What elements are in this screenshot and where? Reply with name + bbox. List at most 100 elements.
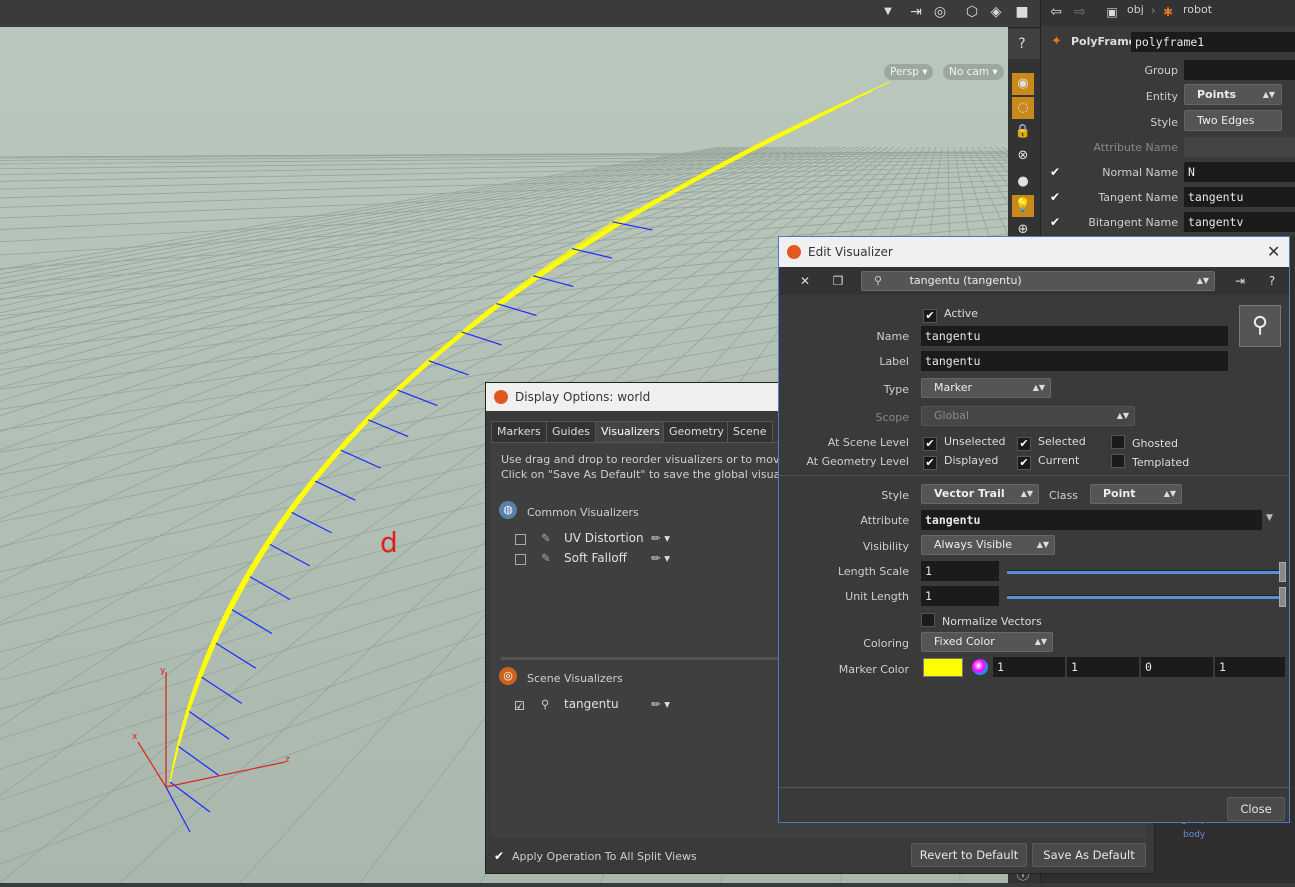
unselected-checkbox[interactable]: ✔ Unselected bbox=[923, 435, 1005, 451]
normal-name-checkbox[interactable]: ✔ bbox=[1049, 166, 1061, 178]
visualizer-icon[interactable]: ◉ bbox=[1012, 73, 1034, 95]
marker-color-a-field[interactable]: 1 bbox=[1215, 657, 1285, 677]
camera-menu[interactable]: No cam ▾ bbox=[943, 64, 1004, 80]
common-visualizers-header: Common Visualizers bbox=[527, 506, 639, 519]
entity-menu[interactable]: Points ▲▼ bbox=[1184, 84, 1282, 105]
lock-icon[interactable]: 🔒 bbox=[1012, 121, 1034, 143]
visualizer-selector-bar: ✕ ❐ ⚲ tangentu (tangentu) ▲▼ ⇥ ? bbox=[779, 267, 1289, 295]
node-name-field[interactable]: polyframe1 bbox=[1131, 32, 1295, 52]
help-text-line-1: Use drag and drop to reorder visualizers… bbox=[501, 453, 819, 466]
tangent-name-field[interactable]: tangentu bbox=[1184, 187, 1295, 207]
unit-length-field[interactable]: 1 bbox=[921, 586, 999, 606]
pin-icon[interactable]: ⇥ bbox=[1231, 271, 1249, 291]
tangent-name-checkbox[interactable]: ✔ bbox=[1049, 191, 1061, 203]
uv-distortion-checkbox[interactable] bbox=[515, 534, 526, 548]
revert-to-default-button[interactable]: Revert to Default bbox=[911, 843, 1027, 867]
name-field[interactable]: tangentu bbox=[921, 326, 1228, 346]
light-icon[interactable]: 💡 bbox=[1012, 195, 1034, 217]
class-menu[interactable]: Point ▲▼ bbox=[1090, 484, 1182, 504]
forward-arrow-icon[interactable]: ⇨ bbox=[1071, 2, 1089, 22]
shading-icon[interactable]: ◈ bbox=[986, 2, 1006, 22]
unit-length-slider[interactable] bbox=[1007, 595, 1283, 599]
marker-color-b-field[interactable]: 0 bbox=[1141, 657, 1213, 677]
unit-length-slider-handle[interactable] bbox=[1279, 587, 1286, 607]
normalize-vectors-checkbox[interactable]: Normalize Vectors bbox=[921, 613, 1042, 629]
visualizer-selector[interactable]: ⚲ tangentu (tangentu) ▲▼ bbox=[861, 271, 1215, 291]
marker-color-r-field[interactable]: 1 bbox=[993, 657, 1065, 677]
coloring-menu[interactable]: Fixed Color ▲▼ bbox=[921, 632, 1053, 652]
marker-color-swatch[interactable] bbox=[923, 658, 963, 677]
length-scale-slider-handle[interactable] bbox=[1279, 562, 1286, 582]
target-icon[interactable]: ◎ bbox=[930, 2, 950, 22]
length-scale-slider[interactable] bbox=[1007, 570, 1283, 574]
current-checkbox[interactable]: ✔ Current bbox=[1017, 454, 1079, 470]
apply-all-label: Apply Operation To All Split Views bbox=[512, 850, 697, 863]
attribute-field[interactable]: tangentu bbox=[921, 510, 1262, 530]
back-arrow-icon[interactable]: ⇦ bbox=[1047, 2, 1065, 22]
delete-icon[interactable]: ✕ bbox=[797, 271, 813, 291]
apply-all-checkbox[interactable]: ✔ bbox=[494, 849, 504, 863]
close-button[interactable]: Close bbox=[1227, 797, 1285, 821]
tab-geometry[interactable]: Geometry bbox=[663, 421, 730, 442]
close-circle-icon[interactable]: ⊗ bbox=[1012, 145, 1034, 167]
active-checkbox[interactable]: ✔ Active bbox=[923, 307, 978, 323]
sphere-icon[interactable]: ● bbox=[1012, 171, 1034, 193]
ghosted-checkbox[interactable]: Ghosted bbox=[1111, 435, 1178, 451]
uv-distortion-label: UV Distortion bbox=[564, 531, 644, 545]
attribute-label: Attribute bbox=[860, 514, 909, 527]
uv-distortion-icon: ✎ bbox=[541, 531, 551, 545]
soft-falloff-checkbox[interactable] bbox=[515, 554, 526, 568]
breadcrumb-robot[interactable]: robot bbox=[1183, 3, 1212, 16]
globe-icon: ◍ bbox=[499, 501, 517, 519]
tab-scene[interactable]: Scene bbox=[727, 421, 773, 442]
save-as-default-button[interactable]: Save As Default bbox=[1032, 843, 1146, 867]
geometry-level-label: At Geometry Level bbox=[806, 455, 909, 468]
path-bar: ⇦ ⇨ ▣ obj › ✱ robot bbox=[1041, 0, 1295, 26]
help-icon[interactable]: ? bbox=[1012, 34, 1032, 54]
entity-label: Entity bbox=[1145, 90, 1178, 103]
tab-markers[interactable]: Markers bbox=[491, 421, 547, 442]
pin-icon[interactable]: ⇥ bbox=[906, 2, 926, 22]
soft-falloff-edit-icon[interactable]: ✏ ▾ bbox=[651, 551, 670, 565]
copy-icon[interactable]: ❐ bbox=[829, 271, 847, 291]
length-scale-field[interactable]: 1 bbox=[921, 561, 999, 581]
marker-color-g-field[interactable]: 1 bbox=[1067, 657, 1139, 677]
label-field[interactable]: tangentu bbox=[921, 351, 1228, 371]
group-field[interactable] bbox=[1184, 60, 1295, 80]
edit-visualizer-dialog: Edit Visualizer ✕ ✕ ❐ ⚲ tangentu (tangen… bbox=[778, 236, 1290, 823]
top-toolbar: ▼ ⇥ ◎ ⬡ ◈ ■ bbox=[0, 0, 1040, 28]
style-menu[interactable]: Two Edges bbox=[1184, 110, 1282, 131]
polyframe-node-icon: ✦ bbox=[1051, 34, 1062, 49]
robot-node-icon: ✱ bbox=[1162, 5, 1174, 19]
bitangent-name-label: Bitangent Name bbox=[1088, 216, 1178, 229]
tangentu-edit-icon[interactable]: ✏ ▾ bbox=[651, 697, 670, 711]
attribute-dropdown-icon[interactable]: ▼ bbox=[1266, 513, 1273, 523]
tab-guides[interactable]: Guides bbox=[546, 421, 597, 442]
tab-visualizers[interactable]: Visualizers bbox=[595, 421, 666, 442]
breadcrumb-obj[interactable]: obj bbox=[1127, 3, 1144, 16]
ghost-icon[interactable]: ◌ bbox=[1012, 97, 1034, 119]
type-menu[interactable]: Marker ▲▼ bbox=[921, 378, 1051, 398]
selected-checkbox[interactable]: ✔ Selected bbox=[1017, 435, 1086, 451]
bitangent-name-checkbox[interactable]: ✔ bbox=[1049, 216, 1061, 228]
cube-icon[interactable]: ⬡ bbox=[962, 2, 982, 22]
uv-distortion-edit-icon[interactable]: ✏ ▾ bbox=[651, 531, 670, 545]
bitangent-name-field[interactable]: tangentv bbox=[1184, 212, 1295, 232]
persp-menu[interactable]: Persp ▾ bbox=[884, 64, 934, 80]
normal-name-field[interactable]: N bbox=[1184, 162, 1295, 182]
templated-checkbox[interactable]: Templated bbox=[1111, 454, 1189, 470]
style-menu[interactable]: Vector Trail ▲▼ bbox=[921, 484, 1039, 504]
label-label: Label bbox=[879, 355, 909, 368]
edit-visualizer-titlebar[interactable]: Edit Visualizer ✕ bbox=[779, 237, 1289, 267]
x-axis-label: x bbox=[132, 732, 138, 742]
help-icon[interactable]: ? bbox=[1263, 271, 1281, 291]
close-icon[interactable]: ✕ bbox=[1267, 237, 1280, 267]
tangentu-checkbox[interactable]: ☑ bbox=[514, 699, 525, 713]
visibility-menu[interactable]: Always Visible ▲▼ bbox=[921, 535, 1055, 555]
square-icon[interactable]: ■ bbox=[1012, 2, 1032, 22]
dropdown-arrow-icon[interactable]: ▼ bbox=[880, 2, 896, 22]
displayed-checkbox[interactable]: ✔ Displayed bbox=[923, 454, 998, 470]
soft-falloff-label: Soft Falloff bbox=[564, 551, 627, 565]
tree-body-label: body bbox=[1183, 830, 1206, 840]
color-wheel-icon[interactable] bbox=[972, 659, 988, 675]
